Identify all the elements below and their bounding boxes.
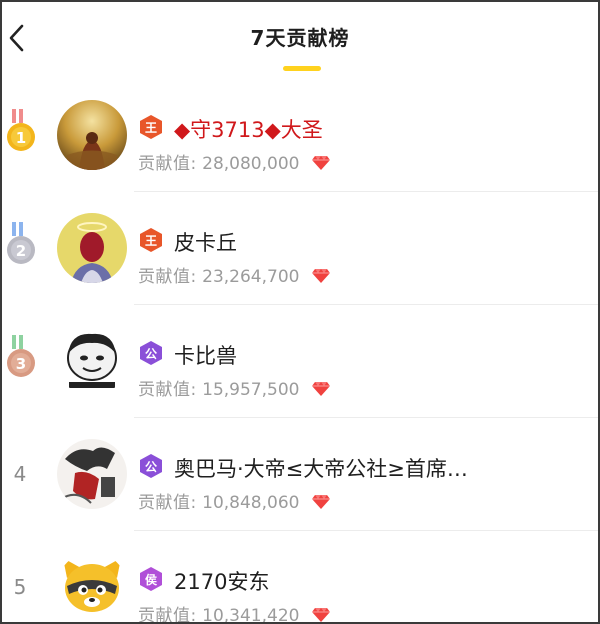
badge-label: 王 bbox=[145, 234, 157, 248]
leaderboard-row[interactable]: 5 侯 2170安东 贡献值: 10,341,420 bbox=[2, 531, 598, 624]
medal-rank-number: 3 bbox=[16, 355, 26, 373]
user-name[interactable]: ◆守3713◆大圣 bbox=[174, 114, 323, 144]
contribution-label: 贡献值: bbox=[138, 493, 197, 513]
avatar[interactable] bbox=[57, 439, 127, 509]
badge-label: 侯 bbox=[145, 572, 158, 587]
avatar[interactable] bbox=[57, 213, 127, 283]
badge-label: 王 bbox=[145, 121, 157, 135]
avatar[interactable] bbox=[57, 100, 127, 170]
contribution-label: 贡献值: bbox=[138, 267, 197, 287]
header: 7天贡献榜 bbox=[2, 2, 598, 82]
contribution-label: 贡献值: bbox=[138, 154, 197, 174]
level-badge-icon: 公 bbox=[140, 341, 162, 365]
contribution-label: 贡献值: bbox=[138, 380, 197, 400]
contribution-amount: 10,848,060 bbox=[202, 493, 300, 513]
contribution-value: 贡献值: 15,957,500 bbox=[138, 375, 331, 400]
medal-rank-number: 1 bbox=[16, 129, 26, 147]
badge-label: 公 bbox=[145, 347, 157, 361]
avatar[interactable] bbox=[57, 326, 127, 396]
silver-medal-icon: 2 bbox=[7, 222, 35, 264]
level-badge-icon: 王 bbox=[140, 228, 162, 252]
leaderboard-screen: 7天贡献榜 1 王 ◆守3713◆大圣 贡献值: 28,080,000 2 王 … bbox=[0, 0, 600, 624]
leaderboard-row[interactable]: 1 王 ◆守3713◆大圣 贡献值: 28,080,000 bbox=[2, 79, 598, 192]
user-name[interactable]: 奥巴马·大帝≤大帝公社≥首席… bbox=[174, 453, 468, 483]
contribution-value: 贡献值: 10,341,420 bbox=[138, 601, 331, 624]
rank-number: 5 bbox=[13, 575, 27, 599]
bronze-medal-icon: 3 bbox=[7, 335, 35, 377]
leaderboard-row[interactable]: 4 公 奥巴马·大帝≤大帝公社≥首席… 贡献值: 10,848,060 bbox=[2, 418, 598, 531]
gold-medal-icon: 1 bbox=[7, 109, 35, 151]
level-badge-icon: 公 bbox=[140, 454, 162, 478]
contribution-amount: 10,341,420 bbox=[202, 606, 300, 624]
contribution-amount: 28,080,000 bbox=[202, 154, 300, 174]
contribution-amount: 23,264,700 bbox=[202, 267, 300, 287]
diamond-icon bbox=[311, 382, 330, 396]
avatar[interactable] bbox=[57, 552, 127, 622]
contribution-label: 贡献值: bbox=[138, 606, 197, 624]
rank-number: 4 bbox=[13, 462, 27, 486]
level-badge-icon: 侯 bbox=[140, 567, 162, 591]
leaderboard-row[interactable]: 2 王 皮卡丘 贡献值: 23,264,700 bbox=[2, 192, 598, 305]
contribution-value: 贡献值: 23,264,700 bbox=[138, 262, 331, 287]
user-name[interactable]: 2170安东 bbox=[174, 566, 269, 596]
contribution-value: 贡献值: 10,848,060 bbox=[138, 488, 331, 513]
diamond-icon bbox=[311, 269, 330, 283]
contribution-value: 贡献值: 28,080,000 bbox=[138, 149, 331, 174]
page-title: 7天贡献榜 bbox=[250, 26, 350, 50]
diamond-icon bbox=[311, 608, 330, 622]
user-name[interactable]: 皮卡丘 bbox=[174, 227, 237, 257]
diamond-icon bbox=[311, 495, 330, 509]
user-name[interactable]: 卡比兽 bbox=[174, 340, 237, 370]
tab-indicator bbox=[283, 66, 321, 71]
medal-rank-number: 2 bbox=[16, 242, 26, 260]
badge-label: 公 bbox=[145, 460, 157, 474]
diamond-icon bbox=[311, 156, 330, 170]
leaderboard-row[interactable]: 3 公 卡比兽 贡献值: 15,957,500 bbox=[2, 305, 598, 418]
contribution-amount: 15,957,500 bbox=[202, 380, 300, 400]
level-badge-icon: 王 bbox=[140, 115, 162, 139]
